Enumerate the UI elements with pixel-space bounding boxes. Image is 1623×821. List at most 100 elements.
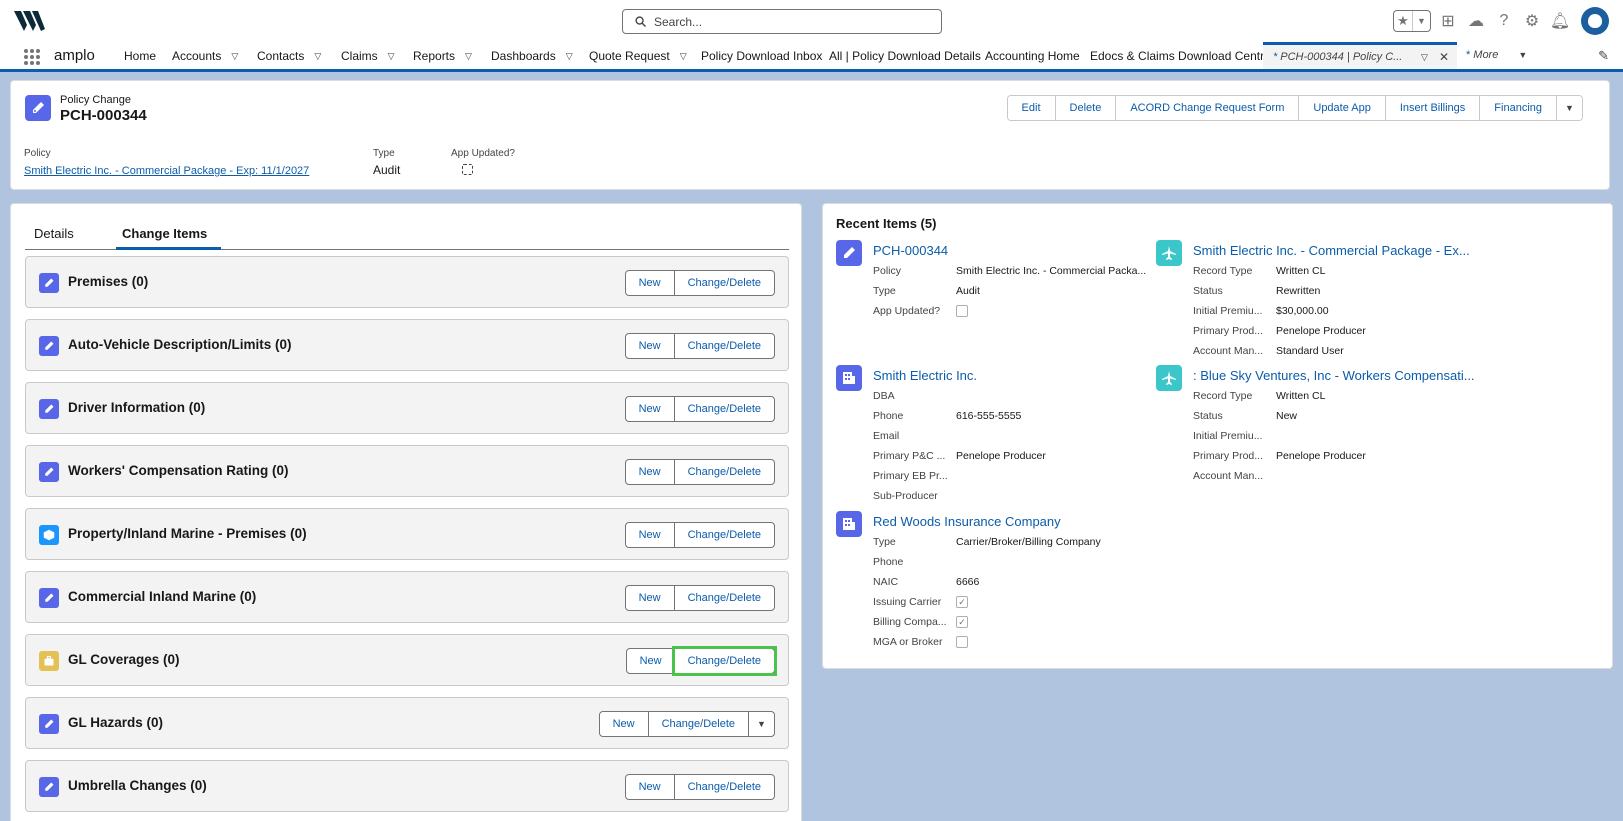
favorites-chevron-down-icon[interactable]: ▼: [1412, 11, 1430, 31]
nav-item-accounts[interactable]: Accounts ▽: [172, 49, 238, 63]
new-button[interactable]: New: [626, 460, 674, 484]
nav-item-reports[interactable]: Reports ▽: [413, 49, 472, 63]
nav-more[interactable]: * More ▼: [1466, 49, 1527, 61]
new-button[interactable]: New: [626, 397, 674, 421]
section-title: Premises (0): [68, 274, 149, 289]
recent-item-link[interactable]: : Blue Sky Ventures, Inc - Workers Compe…: [1193, 368, 1475, 383]
notifications-bell-icon[interactable]: 🔔︎: [1549, 10, 1571, 32]
recent-item: PCH-000344 Policy Smith Electric Inc. - …: [836, 240, 1146, 320]
nav-item-policy-download-details[interactable]: All | Policy Download Details: [829, 49, 981, 63]
field-label: MGA or Broker: [873, 636, 943, 648]
recent-item-link[interactable]: Smith Electric Inc. - Commercial Package…: [1193, 243, 1470, 258]
chevron-down-icon[interactable]: ▽: [566, 51, 573, 62]
financing-button[interactable]: Financing: [1479, 96, 1556, 120]
section-title: Driver Information (0): [68, 400, 206, 415]
section-title: Auto-Vehicle Description/Limits (0): [68, 337, 292, 352]
chevron-down-icon[interactable]: ▽: [680, 51, 687, 62]
change-delete-button[interactable]: Change/Delete: [673, 523, 774, 547]
field-label: Record Type: [1193, 265, 1253, 277]
nav-item-claims[interactable]: Claims ▽: [341, 49, 395, 63]
edit-button[interactable]: Edit: [1007, 96, 1055, 120]
setup-gear-icon[interactable]: ⚙: [1521, 10, 1543, 32]
app-launcher-icon[interactable]: [24, 49, 40, 65]
chevron-down-icon[interactable]: ▽: [314, 51, 321, 62]
nav-label: All | Policy Download Details: [829, 49, 981, 63]
insert-billings-button[interactable]: Insert Billings: [1384, 96, 1480, 120]
amplo-logo-icon[interactable]: [14, 9, 46, 33]
field-value: Written CL: [1276, 390, 1326, 402]
nav-item-policy-download-inbox[interactable]: Policy Download Inbox: [701, 49, 822, 63]
recent-item-link[interactable]: PCH-000344: [873, 243, 948, 258]
global-actions-plus-icon[interactable]: ⊞: [1437, 10, 1459, 32]
new-button[interactable]: New: [626, 586, 674, 610]
change-delete-button[interactable]: Change/Delete: [673, 397, 774, 421]
nav-item-home[interactable]: Home: [124, 49, 156, 63]
update-app-button[interactable]: Update App: [1298, 96, 1385, 120]
tab-change-items[interactable]: Change Items: [122, 226, 207, 241]
recent-item: Red Woods Insurance Company Type Carrier…: [836, 511, 1146, 648]
more-actions-chevron-down-icon[interactable]: ▼: [748, 712, 774, 736]
nav-item-dashboards[interactable]: Dashboards ▽: [491, 49, 573, 63]
help-icon[interactable]: ?: [1493, 10, 1515, 32]
plane-icon: [1156, 365, 1182, 391]
trailhead-icon[interactable]: ☁: [1465, 10, 1487, 32]
record-header: Policy Change PCH-000344 Edit Delete ACO…: [10, 80, 1610, 190]
nav-item-edocs-claims-download[interactable]: Edocs & Claims Download Central: [1090, 49, 1273, 63]
change-delete-button[interactable]: Change/Delete: [647, 712, 748, 736]
change-delete-button[interactable]: Change/Delete: [673, 775, 774, 799]
change-delete-button[interactable]: Change/Delete: [673, 271, 774, 295]
field-label: Primary Prod...: [1193, 325, 1264, 337]
field-label: Phone: [873, 410, 904, 422]
change-delete-button[interactable]: Change/Delete: [671, 646, 778, 676]
nav-item-quote-request[interactable]: Quote Request ▽: [589, 49, 687, 63]
search-placeholder: Search...: [654, 14, 703, 29]
section-gl-hazards: GL Hazards (0) New Change/Delete ▼: [25, 697, 789, 749]
account-building-icon: [836, 365, 862, 391]
user-avatar[interactable]: [1581, 7, 1609, 35]
section-title: Workers' Compensation Rating (0): [68, 463, 289, 478]
new-button[interactable]: New: [626, 775, 674, 799]
type-field-value: Audit: [373, 163, 401, 177]
favorites-star-icon[interactable]: ★: [1394, 11, 1412, 31]
nav-item-accounting-home[interactable]: Accounting Home: [985, 49, 1080, 63]
recent-item-link[interactable]: Smith Electric Inc.: [873, 368, 977, 383]
new-button[interactable]: New: [626, 271, 674, 295]
field-label: Billing Compa...: [873, 616, 947, 628]
mga-or-broker-checkbox: [956, 636, 968, 648]
tab-details[interactable]: Details: [34, 226, 74, 241]
change-delete-button[interactable]: Change/Delete: [673, 586, 774, 610]
chevron-down-icon[interactable]: ▽: [465, 51, 472, 62]
delete-button[interactable]: Delete: [1054, 96, 1116, 120]
change-delete-button[interactable]: Change/Delete: [673, 460, 774, 484]
field-label: Sub-Producer: [873, 490, 938, 502]
chevron-down-icon[interactable]: ▽: [231, 51, 238, 62]
tab-pch-000344[interactable]: * PCH-000344 | Policy C... ▽ ✕: [1263, 42, 1457, 69]
tab-chevron-down-icon[interactable]: ▽: [1421, 52, 1428, 63]
nav-label: Edocs & Claims Download Central: [1090, 49, 1274, 63]
change-delete-button[interactable]: Change/Delete: [673, 334, 774, 358]
favorites-button-group: ★ ▼: [1393, 10, 1431, 32]
chevron-down-icon[interactable]: ▽: [388, 51, 395, 62]
tab-close-icon[interactable]: ✕: [1439, 50, 1449, 64]
section-premises: Premises (0) New Change/Delete: [25, 256, 789, 308]
app-updated-field-label: App Updated?: [451, 148, 515, 159]
more-actions-chevron-down-icon[interactable]: ▼: [1556, 96, 1582, 120]
field-label: Record Type: [1193, 390, 1253, 402]
new-button[interactable]: New: [600, 712, 648, 736]
type-field-label: Type: [373, 148, 395, 159]
avatar-bear-icon: [1588, 14, 1602, 28]
section-commercial-inland-marine: Commercial Inland Marine (0) New Change/…: [25, 571, 789, 623]
acord-change-request-form-button[interactable]: ACORD Change Request Form: [1115, 96, 1299, 120]
edit-nav-pencil-icon[interactable]: ✎: [1598, 48, 1609, 64]
nav-item-contacts[interactable]: Contacts ▽: [257, 49, 321, 63]
new-button[interactable]: New: [626, 523, 674, 547]
section-title: GL Hazards (0): [68, 715, 164, 730]
unsaved-asterisk-icon: *: [1466, 49, 1471, 61]
new-button[interactable]: New: [626, 334, 674, 358]
chevron-down-icon[interactable]: ▼: [1518, 50, 1527, 60]
global-search-input[interactable]: Search...: [622, 9, 942, 34]
recent-item-link[interactable]: Red Woods Insurance Company: [873, 514, 1061, 529]
field-value: Carrier/Broker/Billing Company: [956, 536, 1101, 548]
new-button[interactable]: New: [627, 649, 675, 673]
policy-link[interactable]: Smith Electric Inc. - Commercial Package…: [24, 165, 309, 177]
